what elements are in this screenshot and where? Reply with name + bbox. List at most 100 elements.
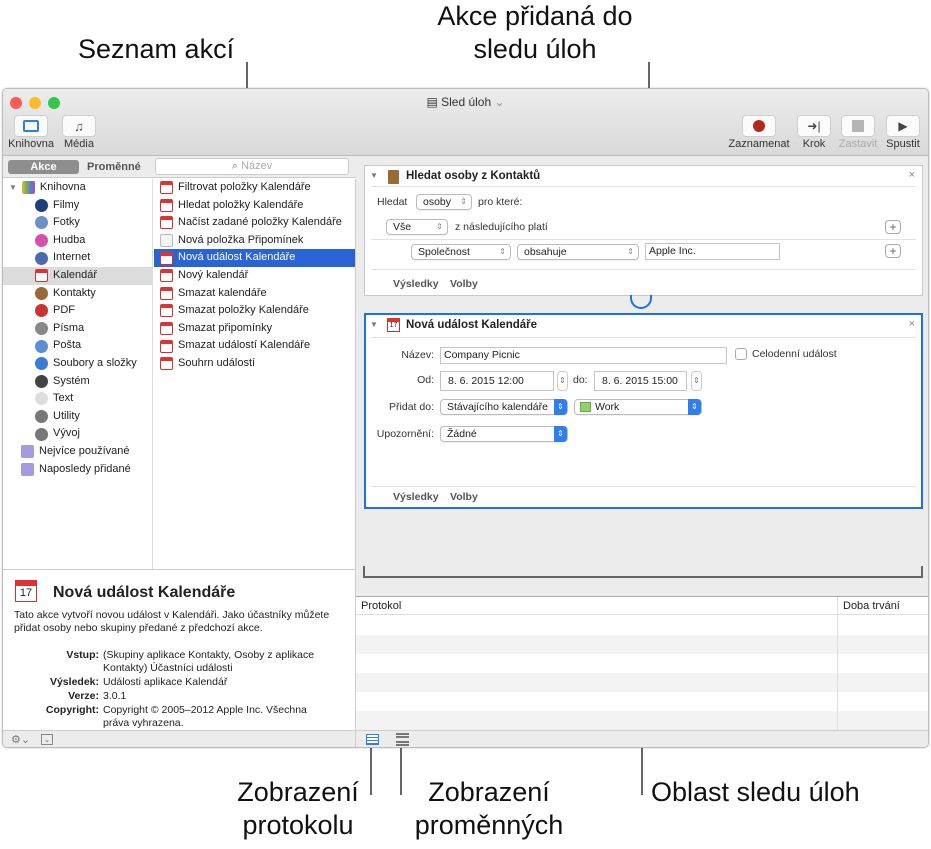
library-item[interactable]: Hudba bbox=[3, 232, 152, 250]
match-popup[interactable]: Vše ⇕ bbox=[386, 219, 448, 235]
library-item[interactable]: Kalendář bbox=[3, 266, 152, 285]
run-button[interactable]: ▶ bbox=[886, 115, 920, 137]
duration-column-header[interactable]: Doba trvání bbox=[837, 597, 905, 615]
workflow-area[interactable]: ▼ Hledat osoby z Kontaktů × Hledat osoby… bbox=[356, 156, 928, 593]
smart-group[interactable]: Nejvíce používané bbox=[3, 443, 152, 461]
options-tab[interactable]: Volby bbox=[450, 278, 478, 290]
field-value: 3.0.1 bbox=[103, 690, 127, 702]
step-button[interactable]: ➜| bbox=[797, 115, 831, 137]
disclosure-triangle-icon[interactable]: ▼ bbox=[370, 320, 378, 329]
action-item-label: Hledat položky Kalendáře bbox=[178, 198, 304, 211]
close-icon[interactable]: × bbox=[909, 318, 915, 330]
results-tab[interactable]: Výsledky bbox=[393, 278, 439, 290]
action-item[interactable]: Smazat událostí Kalendáře bbox=[154, 337, 355, 355]
action-item[interactable]: Načíst zadané položky Kalendáře bbox=[154, 214, 355, 232]
category-icon bbox=[35, 374, 48, 388]
variables-view-button[interactable] bbox=[396, 733, 409, 746]
start-date-stepper[interactable]: ⇕ bbox=[557, 371, 568, 391]
library-item[interactable]: Systém bbox=[3, 373, 152, 391]
category-icon bbox=[35, 322, 48, 336]
action-item[interactable]: Nový kalendář bbox=[154, 267, 355, 285]
description-field: Copyright: Copyright © 2005–2012 Apple In… bbox=[3, 704, 356, 730]
results-tab[interactable]: Výsledky bbox=[393, 491, 439, 503]
action-item[interactable]: Smazat připomínky bbox=[154, 320, 355, 338]
disclosure-triangle-icon[interactable]: ▼ bbox=[9, 179, 17, 197]
add-condition-button[interactable]: + bbox=[885, 244, 901, 258]
callout-text: proměnných bbox=[414, 810, 564, 840]
document-icon: ▤ bbox=[426, 95, 442, 109]
library-button[interactable] bbox=[14, 115, 48, 137]
callout-variables-view: Zobrazení proměnných bbox=[404, 776, 574, 842]
field-value: (Skupiny aplikace Kontakty, Osoby z apli… bbox=[103, 649, 315, 674]
allday-checkbox[interactable] bbox=[735, 348, 747, 360]
value-field[interactable]: Apple Inc. bbox=[645, 243, 780, 260]
action-item[interactable]: Nová položka Připomínek bbox=[154, 232, 355, 250]
action-card-new-event[interactable]: ▼ 17 Nová událost Kalendáře × Název: Com… bbox=[364, 313, 923, 509]
action-item[interactable]: Nová událost Kalendáře bbox=[154, 249, 355, 267]
record-button[interactable] bbox=[742, 115, 776, 137]
field-value: Copyright © 2005–2012 Apple Inc. Všechna… bbox=[103, 704, 307, 729]
log-rows bbox=[356, 616, 928, 730]
tab-actions[interactable]: Akce bbox=[8, 160, 79, 174]
action-item[interactable]: Souhrn událostí bbox=[154, 355, 355, 373]
smart-group[interactable]: Naposledy přidané bbox=[3, 461, 152, 479]
chevron-down-icon: ⌄ bbox=[491, 95, 505, 109]
window-title-text: Sled úloh bbox=[441, 95, 492, 109]
find-type-popup[interactable]: osoby ⇕ bbox=[416, 194, 472, 210]
library-item[interactable]: Text bbox=[3, 390, 152, 408]
library-item[interactable]: Kontakty bbox=[3, 285, 152, 303]
stop-icon bbox=[852, 120, 864, 132]
category-icon bbox=[35, 234, 48, 248]
action-item[interactable]: Smazat kalendáře bbox=[154, 285, 355, 303]
end-date-field[interactable]: 8. 6. 2015 15:00 bbox=[594, 371, 687, 391]
popup-value: Vše bbox=[393, 221, 412, 233]
search-input[interactable]: ⌕ Název bbox=[155, 158, 349, 175]
add-condition-button[interactable]: + bbox=[885, 220, 901, 234]
action-item-label: Smazat položky Kalendáře bbox=[178, 304, 309, 317]
media-button[interactable]: ♫ bbox=[62, 115, 96, 137]
library-item[interactable]: PDF bbox=[3, 302, 152, 320]
operator-popup[interactable]: obsahuje ⇕ bbox=[517, 244, 639, 260]
action-item[interactable]: Filtrovat položky Kalendáře bbox=[154, 179, 355, 197]
disclosure-triangle-icon[interactable]: ▼ bbox=[370, 171, 378, 180]
library-item[interactable]: Soubory a složky bbox=[3, 355, 152, 373]
calendar-popup[interactable]: Work ⇕ bbox=[574, 399, 702, 415]
library-item[interactable]: Utility bbox=[3, 408, 152, 426]
start-date-field[interactable]: 8. 6. 2015 12:00 bbox=[440, 371, 554, 391]
event-name-field[interactable]: Company Picnic bbox=[440, 347, 727, 364]
action-item[interactable]: Hledat položky Kalendáře bbox=[154, 197, 355, 215]
category-icon bbox=[35, 198, 48, 212]
log-column-header[interactable]: Protokol bbox=[361, 600, 401, 612]
add-to-popup[interactable]: Stávajícího kalendáře ⇕ bbox=[440, 399, 568, 415]
alert-popup[interactable]: Žádné ⇕ bbox=[440, 426, 568, 442]
library-item[interactable]: Internet bbox=[3, 249, 152, 267]
category-icon bbox=[35, 357, 48, 371]
description-text: Tato akce vytvoří novou událost v Kalend… bbox=[14, 609, 330, 634]
tab-variables[interactable]: Proměnné bbox=[87, 160, 141, 174]
library-item-label: Text bbox=[53, 392, 74, 405]
options-tab[interactable]: Volby bbox=[450, 491, 478, 503]
library-item[interactable]: Fotky bbox=[3, 214, 152, 232]
calendar-icon bbox=[160, 322, 173, 336]
library-item[interactable]: Filmy bbox=[3, 197, 152, 215]
close-icon[interactable]: × bbox=[909, 169, 915, 181]
library-item[interactable]: Pošta bbox=[3, 337, 152, 355]
toggle-description-icon[interactable]: ⌄ bbox=[41, 734, 53, 745]
action-item[interactable]: Smazat položky Kalendáře bbox=[154, 302, 355, 320]
calendar-icon bbox=[160, 251, 173, 265]
log-view-button[interactable] bbox=[366, 734, 379, 745]
end-date-stepper[interactable]: ⇕ bbox=[691, 371, 702, 391]
library-item[interactable]: Písma bbox=[3, 320, 152, 338]
window-title[interactable]: ▤ Sled úloh ⌄ bbox=[3, 95, 928, 109]
gear-icon[interactable]: ⚙⌄ bbox=[11, 733, 30, 746]
action-item-label: Smazat připomínky bbox=[178, 321, 273, 334]
category-icon bbox=[35, 410, 48, 424]
library-root[interactable]: ▼ Knihovna bbox=[3, 179, 152, 197]
category-icon bbox=[35, 304, 48, 318]
stop-button[interactable] bbox=[841, 115, 875, 137]
library-item[interactable]: Vývoj bbox=[3, 425, 152, 443]
field-popup[interactable]: Společnost ⇕ bbox=[411, 244, 511, 260]
match-text: z následujícího platí bbox=[455, 221, 548, 233]
field-value: Události aplikace Kalendář bbox=[103, 676, 228, 688]
action-card-find-people[interactable]: ▼ Hledat osoby z Kontaktů × Hledat osoby… bbox=[364, 165, 923, 296]
